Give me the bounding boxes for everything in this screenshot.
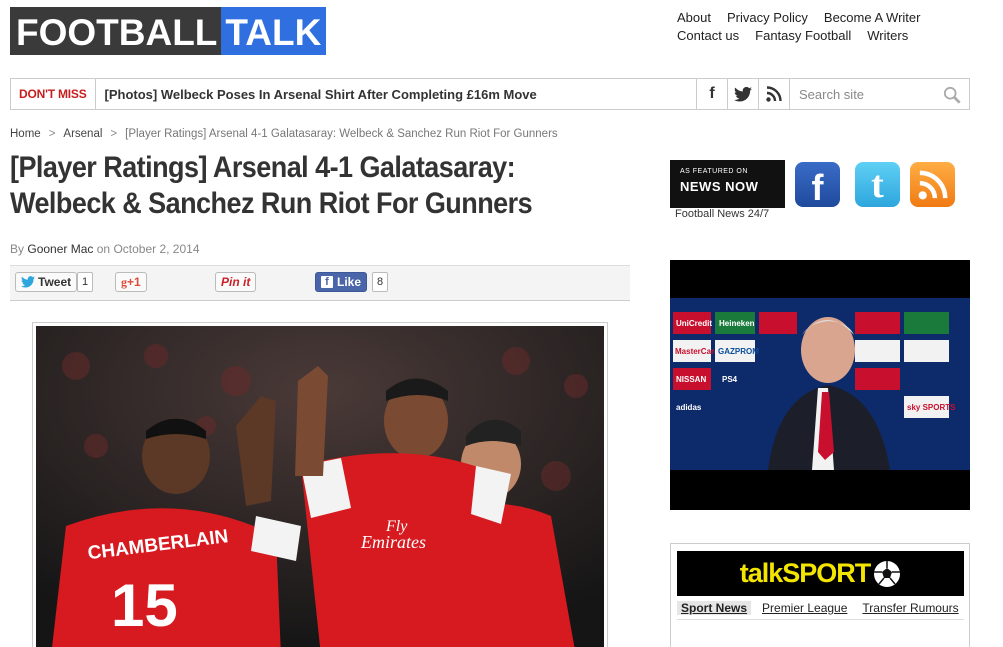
link-privacy-policy[interactable]: Privacy Policy [727, 9, 808, 27]
breadcrumb-current: [Player Ratings] Arsenal 4-1 Galatasaray… [125, 128, 558, 140]
twitter-icon[interactable]: t [855, 162, 900, 207]
sponsor-mastercard: MasterCard [675, 347, 719, 356]
breadcrumb-section[interactable]: Arsenal [63, 128, 102, 140]
video-player[interactable]: UniCredit Heineken MasterCard GAZPROM NI… [670, 260, 970, 510]
search-input[interactable] [799, 86, 939, 102]
facebook-like-button[interactable]: f Like [315, 272, 368, 292]
dont-miss-headline[interactable]: [Photos] Welbeck Poses In Arsenal Shirt … [96, 87, 696, 102]
players-celebrating-illustration: Fly Emirates CHAMBERLAIN 15 [36, 326, 604, 647]
tweet-button[interactable]: Tweet [15, 272, 78, 292]
hero-photo: Fly Emirates CHAMBERLAIN 15 [36, 326, 604, 647]
tweet-label: Tweet [38, 275, 72, 289]
football-icon [874, 560, 901, 587]
sponsor-adidas: adidas [676, 403, 702, 412]
author-link[interactable]: Gooner Mac [27, 242, 93, 256]
rss-icon[interactable] [910, 162, 955, 207]
news-now-badge[interactable]: AS FEATURED ON NEWS NOW [670, 160, 785, 208]
top-links: About Privacy Policy Become A Writer Con… [677, 9, 920, 45]
facebook-icon[interactable]: f [795, 162, 840, 208]
byline-on: on [96, 242, 111, 256]
twitter-icon [21, 276, 35, 288]
title-line-2: Welbeck & Sanchez Run Riot For Gunners [10, 187, 533, 220]
like-label: Like [337, 275, 362, 289]
news-now-caption: Football News 24/7 [675, 208, 770, 220]
hero-image[interactable]: Fly Emirates CHAMBERLAIN 15 [32, 322, 608, 647]
search-box [789, 79, 969, 109]
facebook-icon: f [321, 276, 333, 288]
sponsor-sky-sports: sky SPORTS [907, 403, 956, 412]
talksport-logo-text: talkSPORT [739, 558, 872, 588]
byline: By Gooner Mac on October 2, 2014 [10, 242, 200, 256]
search-icon[interactable] [943, 86, 961, 104]
pinit-button[interactable]: Pin it [215, 272, 257, 292]
gplus-label: +1 [127, 275, 141, 289]
publish-date: October 2, 2014 [113, 242, 200, 256]
tab-sport-news[interactable]: Sport News [677, 601, 752, 615]
tab-transfer-rumours[interactable]: Transfer Rumours [858, 601, 962, 615]
dont-miss-bar: DON'T MISS [Photos] Welbeck Poses In Ars… [10, 78, 970, 110]
sponsor-ps4: PS4 [722, 375, 738, 384]
link-about[interactable]: About [677, 9, 711, 27]
share-bar: Tweet 1 g +1 Pin it f Like 8 [10, 265, 630, 301]
facebook-glyph: f [709, 85, 715, 102]
talksport-widget: talkSPORT Sport News Premier League Tran… [670, 543, 970, 647]
twitter-bird [734, 86, 752, 102]
breadcrumb-home[interactable]: Home [10, 128, 41, 140]
twitter-glyph: t [871, 163, 884, 206]
logo-part-talk: TALK [221, 7, 327, 55]
facebook-glyph: f [811, 166, 824, 208]
sponsor-unicredit: UniCredit [676, 319, 712, 328]
news-now-small-text: AS FEATURED ON [680, 168, 748, 175]
page-title: [Player Ratings] Arsenal 4-1 Galatasaray… [10, 150, 550, 222]
twitter-icon[interactable] [727, 79, 758, 109]
sponsor-emirates: Emirates [360, 532, 426, 552]
press-conference-frame: UniCredit Heineken MasterCard GAZPROM NI… [670, 260, 970, 510]
sponsor-nissan: NISSAN [676, 375, 706, 384]
sponsor-heineken: Heineken [719, 319, 755, 328]
breadcrumb-separator: > [48, 128, 56, 140]
tab-premier-league[interactable]: Premier League [758, 601, 851, 615]
title-line-1: [Player Ratings] Arsenal 4-1 Galatasaray… [10, 151, 516, 184]
site-logo[interactable]: FOOTBALL TALK [10, 7, 327, 55]
rss-icon[interactable] [758, 79, 789, 109]
rss-glyph [918, 170, 947, 199]
like-count: 8 [372, 272, 389, 292]
breadcrumb: Home > Arsenal > [Player Ratings] Arsena… [10, 128, 558, 140]
breadcrumb-separator: > [110, 128, 118, 140]
gplus-button[interactable]: g +1 [115, 272, 147, 292]
link-writers[interactable]: Writers [867, 27, 908, 45]
header-social: f [696, 79, 789, 109]
link-become-writer[interactable]: Become A Writer [824, 9, 921, 27]
news-now-big-text: NEWS NOW [680, 179, 759, 194]
link-contact[interactable]: Contact us [677, 27, 739, 45]
logo-part-football: FOOTBALL [10, 7, 222, 55]
sponsor-gazprom: GAZPROM [718, 347, 759, 356]
talksport-tabs: Sport News Premier League Transfer Rumou… [677, 601, 963, 615]
dont-miss-label: DON'T MISS [11, 79, 96, 109]
tweet-count: 1 [77, 272, 94, 292]
link-fantasy-football[interactable]: Fantasy Football [755, 27, 851, 45]
divider [677, 619, 964, 620]
talksport-logo[interactable]: talkSPORT [677, 551, 964, 596]
byline-by: By [10, 242, 25, 256]
rss-glyph [766, 86, 782, 102]
shirt-number: 15 [111, 572, 178, 639]
facebook-icon[interactable]: f [696, 79, 727, 109]
